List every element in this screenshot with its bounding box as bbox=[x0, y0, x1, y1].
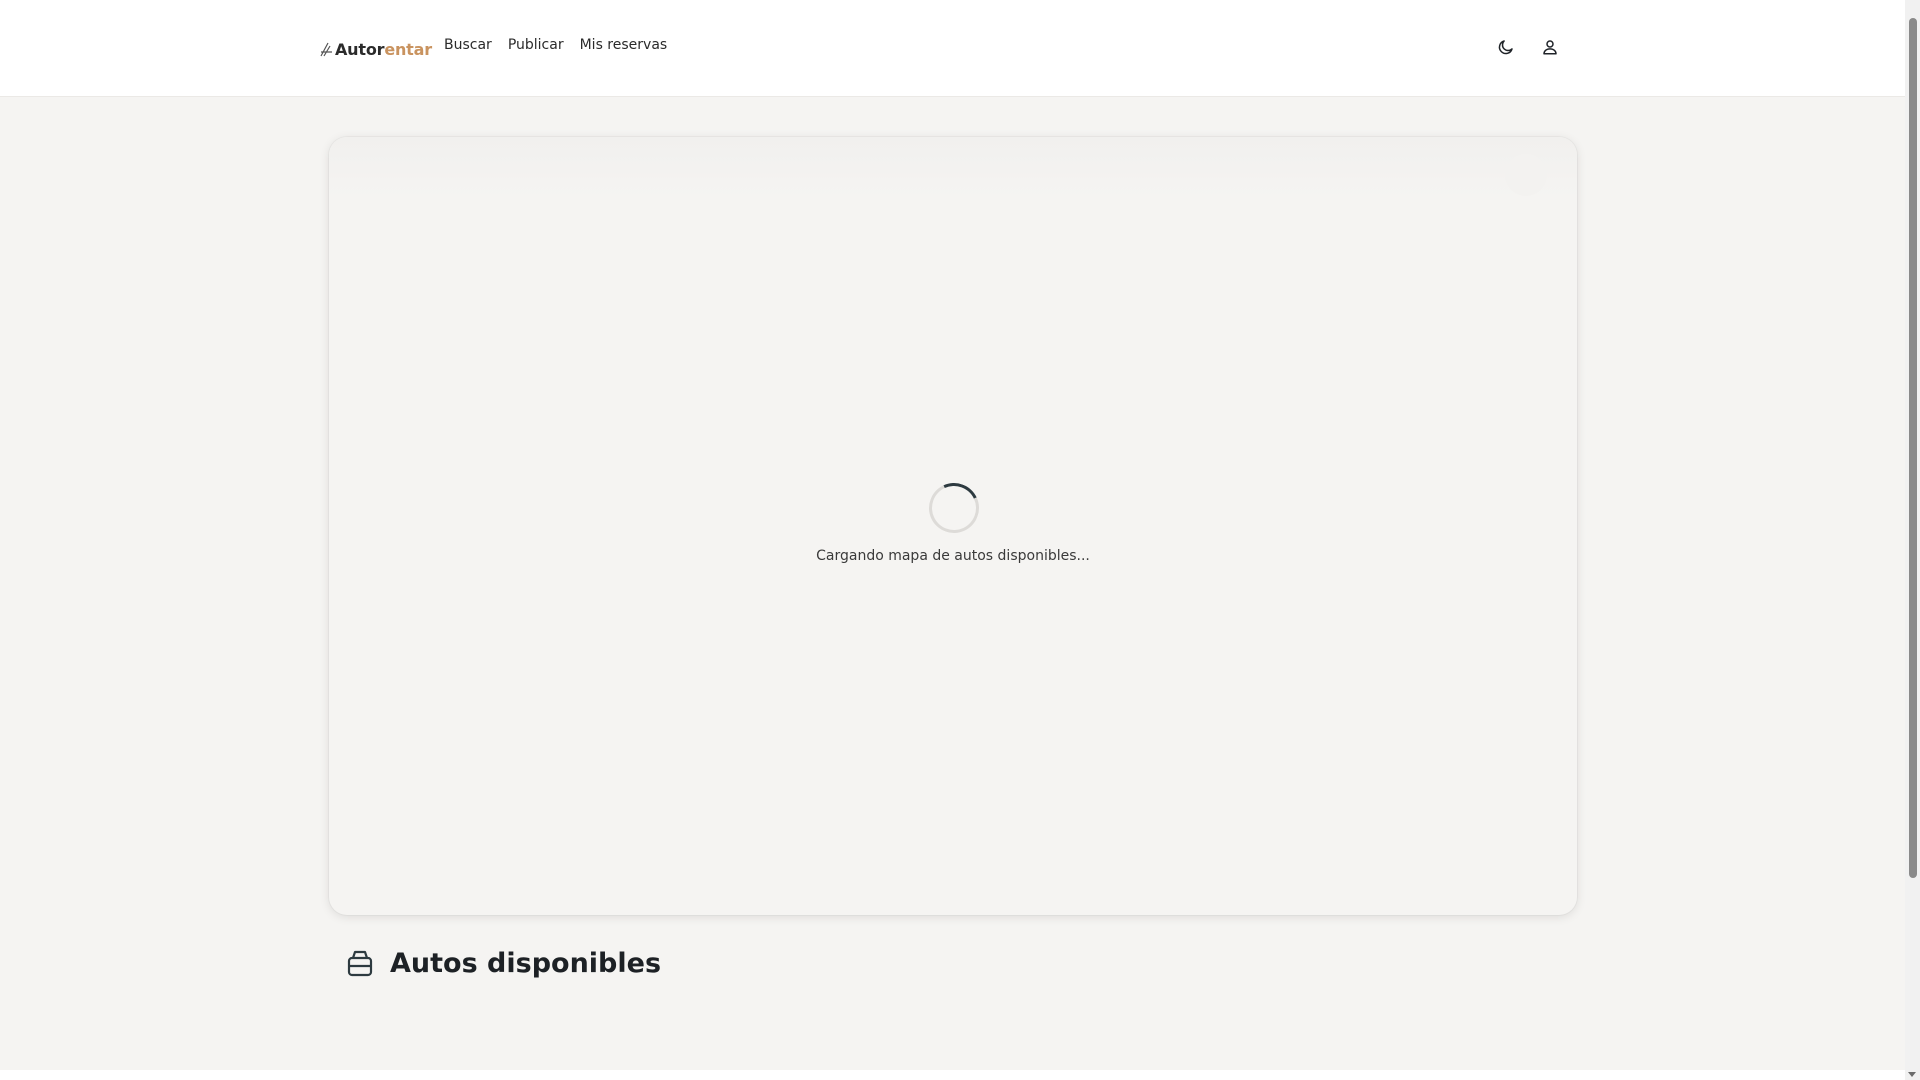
logo-text-primary: Autor bbox=[335, 39, 385, 59]
nav-link-publicar[interactable]: Publicar bbox=[508, 37, 564, 53]
scrollbar-thumb[interactable] bbox=[1909, 18, 1917, 878]
account-button[interactable] bbox=[1538, 35, 1562, 59]
theme-toggle-button[interactable] bbox=[1494, 35, 1518, 59]
logo-text-accent: entar bbox=[384, 39, 432, 59]
bottom-edge bbox=[0, 1070, 1905, 1080]
scroll-down-arrow-icon[interactable] bbox=[1908, 1072, 1916, 1077]
nav-link-buscar[interactable]: Buscar bbox=[444, 37, 492, 53]
loading-spinner bbox=[921, 475, 987, 541]
car-icon bbox=[347, 950, 373, 976]
section-heading: Autos disponibles bbox=[346, 948, 661, 979]
moon-icon bbox=[1498, 40, 1513, 55]
page: Autor entar Buscar Publicar Mis reservas… bbox=[0, 0, 1920, 1080]
user-icon bbox=[1543, 40, 1557, 55]
map-loading-text: Cargando mapa de autos disponibles... bbox=[816, 548, 1090, 564]
vertical-scrollbar[interactable] bbox=[1905, 0, 1920, 1080]
brand-logo[interactable]: Autor entar bbox=[320, 37, 432, 61]
top-navbar: Autor entar Buscar Publicar Mis reservas bbox=[0, 0, 1905, 97]
nav-link-mis-reservas[interactable]: Mis reservas bbox=[580, 37, 668, 53]
main-nav: Buscar Publicar Mis reservas bbox=[444, 37, 667, 53]
section-title: Autos disponibles bbox=[390, 948, 662, 979]
map-toolbar bbox=[329, 137, 1577, 199]
map-control-button[interactable] bbox=[1505, 154, 1547, 196]
logo-mark-icon bbox=[320, 42, 332, 57]
map-container[interactable]: Cargando mapa de autos disponibles... bbox=[329, 137, 1577, 915]
